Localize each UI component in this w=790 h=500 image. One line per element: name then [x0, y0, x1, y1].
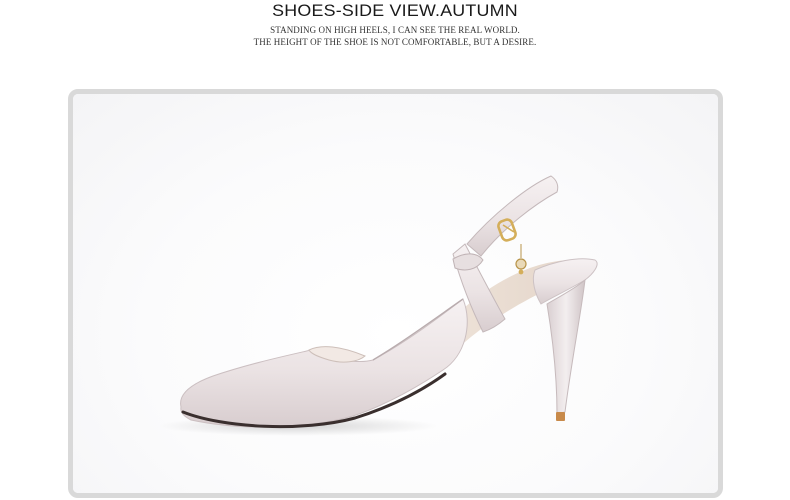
slingback-strap: [466, 175, 559, 257]
section-subtitle-line-2: THE HEIGHT OF THE SHOE IS NOT COMFORTABL…: [253, 37, 537, 47]
section-header: SHOES-SIDE VIEW.AUTUMN STANDING ON HIGH …: [0, 0, 790, 48]
shoe-illustration: [158, 175, 598, 436]
shoe-vamp: [180, 298, 468, 428]
product-photo-frame: [68, 89, 723, 498]
charm-pendant-icon: [515, 244, 527, 275]
stiletto-heel: [546, 278, 586, 415]
product-detail-page: SHOES-SIDE VIEW.AUTUMN STANDING ON HIGH …: [0, 0, 790, 500]
strap-knot: [452, 253, 484, 271]
heel-tip: [556, 412, 565, 421]
product-photo: [73, 94, 718, 493]
section-subtitle-line-1: STANDING ON HIGH HEELS, I CAN SEE THE RE…: [270, 25, 520, 35]
section-title: SHOES-SIDE VIEW.AUTUMN: [272, 1, 518, 20]
